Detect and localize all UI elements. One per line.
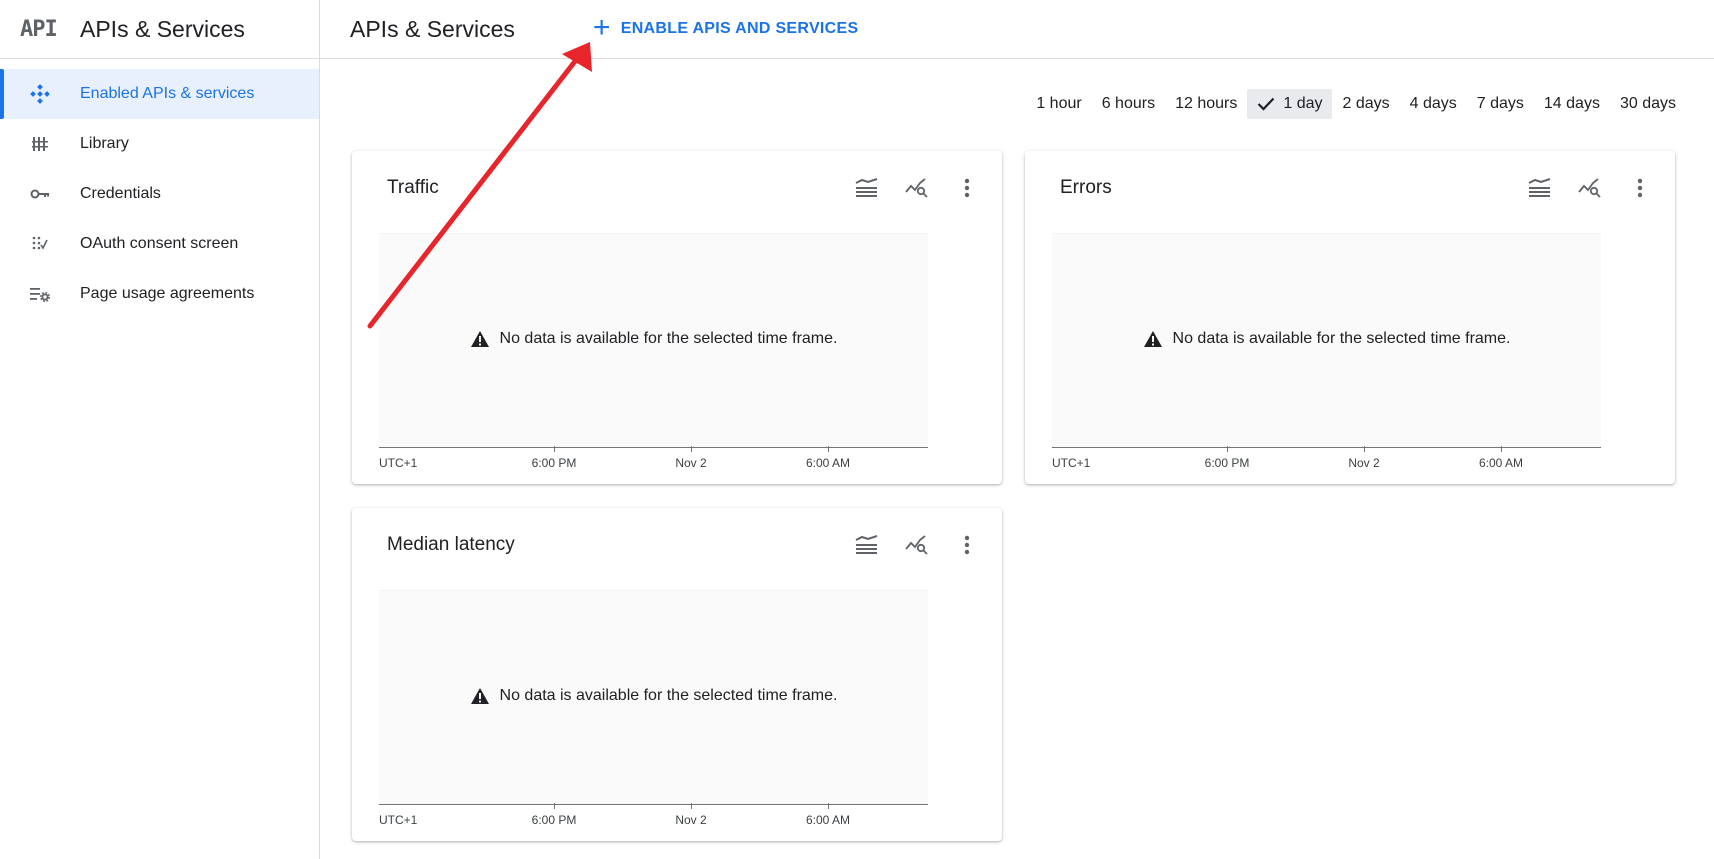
chart-plot-area: No data is available for the selected ti…: [379, 233, 928, 448]
sidebar-item-library[interactable]: Library: [0, 119, 319, 169]
x-axis-tick-label: 6:00 AM: [805, 456, 851, 470]
x-axis-tick: [1501, 446, 1502, 452]
x-axis-tick-label: UTC+1: [379, 813, 418, 827]
chart-plot-area: No data is available for the selected ti…: [379, 590, 928, 805]
time-option-30d[interactable]: 30 days: [1610, 89, 1686, 119]
settings-list-icon: [28, 282, 52, 306]
app-title: APIs & Services: [80, 15, 245, 42]
card-title: Median latency: [387, 534, 515, 555]
x-axis-tick-label: 6:00 PM: [1204, 456, 1250, 470]
page-title: APIs & Services: [350, 15, 515, 42]
warning-icon: [470, 331, 489, 347]
x-axis-tick-label: Nov 2: [675, 813, 707, 827]
x-axis-tick-label: 6:00 PM: [531, 813, 577, 827]
x-axis-tick: [554, 803, 555, 809]
oauth-icon: [28, 232, 52, 256]
enable-apis-label: ENABLE APIS AND SERVICES: [620, 20, 859, 37]
time-option-7d[interactable]: 7 days: [1467, 89, 1534, 119]
no-data-text: No data is available for the selected ti…: [1172, 330, 1511, 347]
more-vert-icon[interactable]: [952, 173, 982, 203]
x-axis-tick: [828, 446, 829, 452]
more-vert-icon[interactable]: [1625, 173, 1655, 203]
time-option-1d[interactable]: 1 day: [1247, 89, 1333, 119]
sidebar-item-oauth[interactable]: OAuth consent screen: [0, 219, 319, 269]
check-icon: [1258, 97, 1275, 111]
x-axis-tick: [828, 803, 829, 809]
time-option-label: 4 days: [1409, 95, 1457, 112]
warning-icon: [1143, 331, 1162, 347]
plus-icon: +: [592, 10, 611, 44]
x-axis: UTC+1 6:00 PM Nov 2 6:00 AM: [379, 446, 928, 476]
x-axis-tick-label: UTC+1: [1052, 456, 1091, 470]
explore-chart-icon[interactable]: [902, 173, 932, 203]
explore-chart-icon[interactable]: [1575, 173, 1605, 203]
warning-icon: [470, 688, 489, 704]
enable-apis-button[interactable]: + ENABLE APIS AND SERVICES: [592, 10, 859, 44]
no-data-message: No data is available for the selected ti…: [1052, 330, 1601, 348]
card-actions: [1525, 173, 1655, 203]
chart-card: Errors No data is available for the sele…: [1025, 151, 1675, 484]
time-option-6h[interactable]: 6 hours: [1092, 89, 1165, 119]
x-axis-tick-label: 6:00 AM: [805, 813, 851, 827]
time-option-label: 6 hours: [1101, 95, 1156, 112]
more-vert-icon[interactable]: [952, 530, 982, 560]
time-option-label: 2 days: [1342, 95, 1390, 112]
card-title: Errors: [1060, 177, 1112, 198]
key-icon: [28, 182, 52, 206]
time-option-2d[interactable]: 2 days: [1332, 89, 1399, 119]
page-header: APIs & Services + ENABLE APIS AND SERVIC…: [320, 0, 1714, 59]
time-option-14d[interactable]: 14 days: [1534, 89, 1610, 119]
chart-card: Traffic No data is available for the sel…: [352, 151, 1002, 484]
x-axis-tick-label: Nov 2: [1348, 456, 1380, 470]
x-axis-tick: [1227, 446, 1228, 452]
sidebar-item-page-usage[interactable]: Page usage agreements: [0, 269, 319, 319]
time-option-1h[interactable]: 1 hour: [1026, 89, 1091, 119]
chart-plot-area: No data is available for the selected ti…: [1052, 233, 1601, 448]
sidebar-item-label: Enabled APIs & services: [80, 85, 255, 102]
api-logo: API: [20, 16, 58, 42]
time-option-label: 7 days: [1476, 95, 1524, 112]
time-option-label: 1 day: [1283, 95, 1323, 112]
chart-card: Median latency No data is available for …: [352, 508, 1002, 841]
x-axis: UTC+1 6:00 PM Nov 2 6:00 AM: [1052, 446, 1601, 476]
sidebar-item-label: Library: [80, 135, 129, 152]
legend-toggle-icon[interactable]: [1525, 173, 1555, 203]
x-axis-tick-label: Nov 2: [675, 456, 707, 470]
time-option-label: 14 days: [1543, 95, 1600, 112]
card-actions: [852, 530, 982, 560]
card-title: Traffic: [387, 177, 439, 198]
sidebar-nav: Enabled APIs & services Library Credenti…: [0, 59, 319, 319]
library-icon: [28, 132, 52, 156]
x-axis: UTC+1 6:00 PM Nov 2 6:00 AM: [379, 803, 928, 833]
legend-toggle-icon[interactable]: [852, 530, 882, 560]
sidebar-item-label: OAuth consent screen: [80, 235, 239, 252]
x-axis-tick: [691, 446, 692, 452]
sidebar-item-credentials[interactable]: Credentials: [0, 169, 319, 219]
sidebar-item-label: Credentials: [80, 185, 161, 202]
explore-chart-icon[interactable]: [902, 530, 932, 560]
no-data-message: No data is available for the selected ti…: [379, 330, 928, 348]
x-axis-tick-label: 6:00 PM: [531, 456, 577, 470]
sidebar-header: API APIs & Services: [0, 0, 319, 59]
legend-toggle-icon[interactable]: [852, 173, 882, 203]
no-data-text: No data is available for the selected ti…: [499, 687, 838, 704]
x-axis-tick: [554, 446, 555, 452]
time-option-12h[interactable]: 12 hours: [1165, 89, 1247, 119]
card-actions: [852, 173, 982, 203]
enabled-apis-icon: [28, 82, 52, 106]
sidebar: API APIs & Services Enabled APIs & servi…: [0, 0, 320, 859]
time-range-selector: 1 hour 6 hours 12 hours 1 day 2 days 4 d…: [1026, 89, 1686, 119]
x-axis-tick: [691, 803, 692, 809]
sidebar-item-label: Page usage agreements: [80, 285, 255, 302]
no-data-message: No data is available for the selected ti…: [379, 687, 928, 705]
sidebar-item-enabled-apis[interactable]: Enabled APIs & services: [0, 69, 319, 119]
x-axis-tick: [1364, 446, 1365, 452]
time-option-label: 1 hour: [1036, 95, 1082, 112]
x-axis-tick-label: UTC+1: [379, 456, 418, 470]
time-option-4d[interactable]: 4 days: [1400, 89, 1467, 119]
time-option-label: 30 days: [1619, 95, 1676, 112]
no-data-text: No data is available for the selected ti…: [499, 330, 838, 347]
x-axis-tick-label: 6:00 AM: [1478, 456, 1524, 470]
time-option-label: 12 hours: [1175, 95, 1238, 112]
